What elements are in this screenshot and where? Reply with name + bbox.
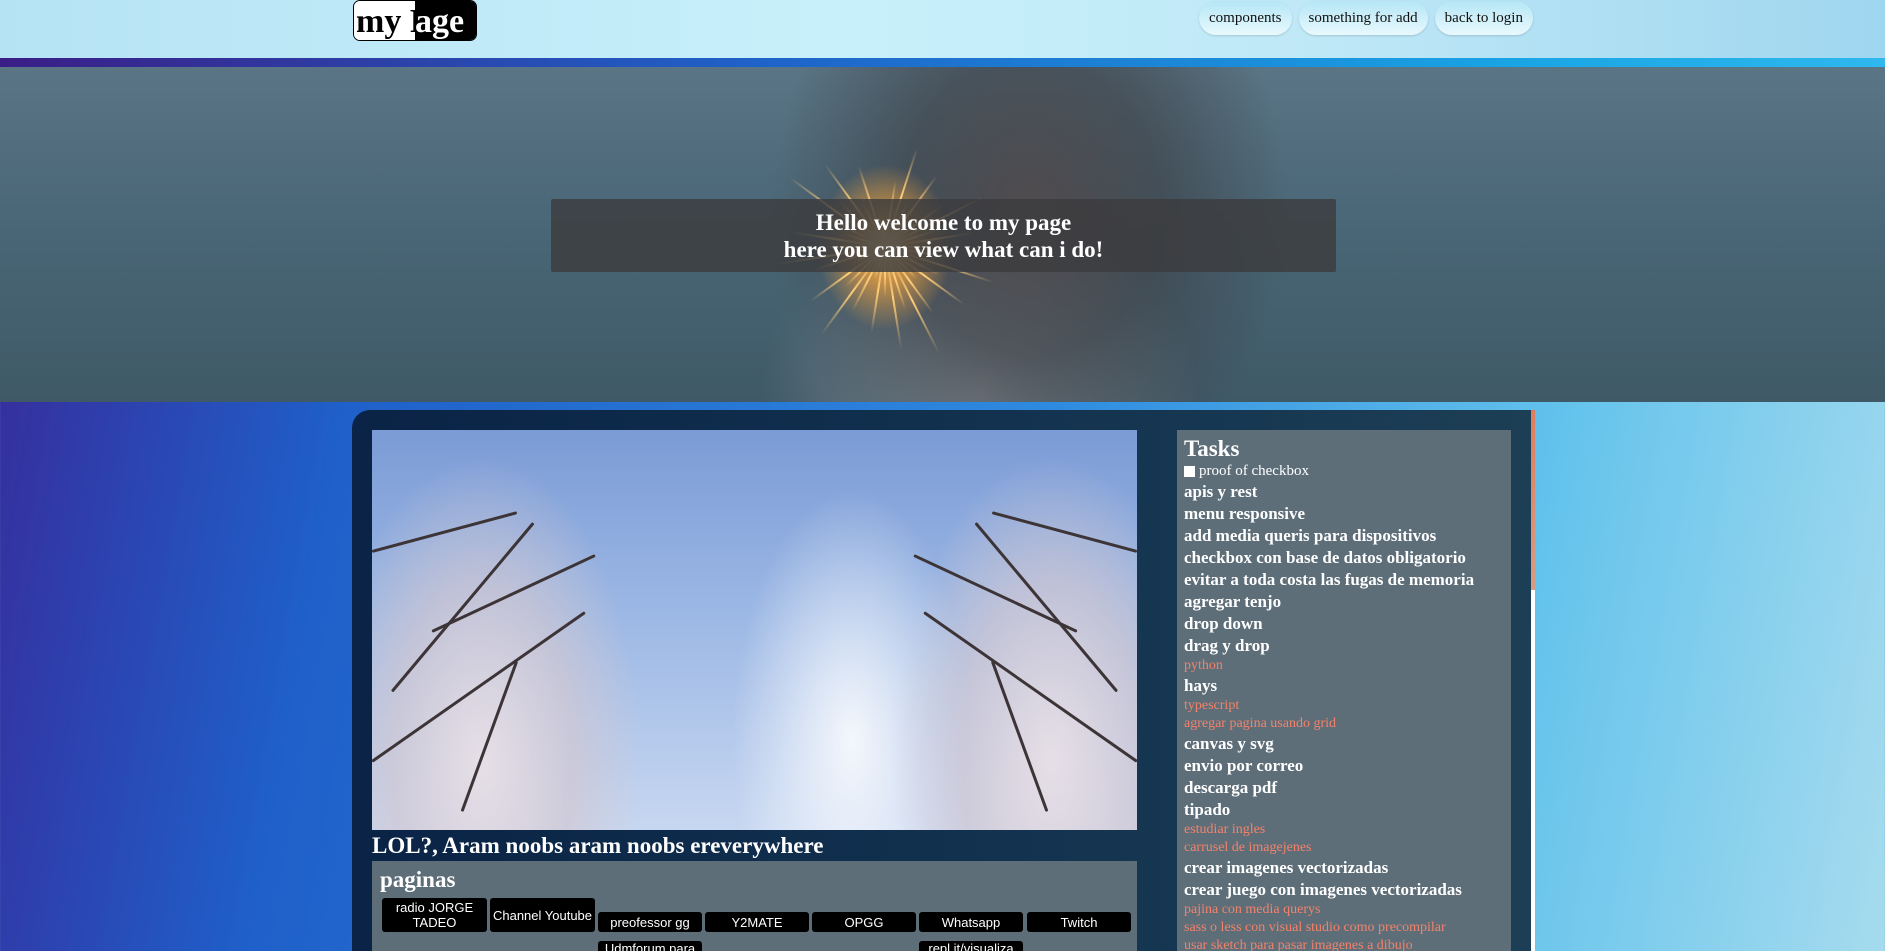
tree-branch — [372, 611, 586, 763]
pages-title: paginas — [380, 867, 456, 892]
task-item: typescript — [1184, 698, 1240, 713]
task-list: apis y rest menu responsive add media quer… — [1184, 481, 1511, 951]
checkbox-label: proof of checkbox — [1199, 463, 1309, 479]
task-item: canvas y svg — [1184, 734, 1274, 753]
task-item: pajina con media querys — [1184, 902, 1321, 917]
task-item: add media queris para dispositivos — [1184, 526, 1437, 545]
task-item: agregar tenjo — [1184, 592, 1282, 611]
task-item: python — [1184, 658, 1223, 673]
logo-text-dark: age — [415, 1, 476, 40]
task-item: carrusel de imagejenes — [1184, 840, 1312, 855]
task-item: checkbox con base de datos obligatorio — [1184, 548, 1466, 567]
task-item: envio por correo — [1184, 756, 1304, 775]
task-item: usar sketch para pasar imagenes a dibujo — [1184, 938, 1413, 951]
tasks-title: Tasks — [1184, 436, 1240, 461]
task-item: drop down — [1184, 614, 1263, 633]
task-item: hays — [1184, 676, 1218, 695]
link-opgg[interactable]: OPGG — [812, 912, 916, 932]
link-whatsapp[interactable]: Whatsapp — [919, 912, 1023, 932]
link-udmforum[interactable]: Udmforum para — [598, 941, 702, 951]
nav-back-to-login-button[interactable]: back to login — [1434, 1, 1533, 35]
task-item: tipado — [1184, 800, 1231, 819]
nav-something-for-add-button[interactable]: something for add — [1298, 1, 1428, 35]
cherry-blossom-photo — [372, 430, 1137, 830]
top-header: my P age components something for add ba… — [0, 0, 1885, 58]
header-accent-bar — [0, 58, 1885, 67]
card-edge-accent — [1531, 410, 1535, 590]
pages-panel: paginas radio JORGE TADEO Channel Youtub… — [372, 861, 1137, 951]
hero-subtitle: here you can view what can i do! — [783, 237, 1104, 262]
photo-caption: LOL?, Aram noobs aram noobs ereverywhere — [372, 833, 824, 858]
task-item: evitar a toda costa las fugas de memoria — [1184, 570, 1475, 589]
link-professor-gg[interactable]: preofessor gg — [598, 912, 702, 932]
task-item: drag y drop — [1184, 636, 1270, 655]
hero-welcome-box: Hello welcome to my page here you can vi… — [551, 199, 1336, 272]
link-twitch[interactable]: Twitch — [1027, 912, 1131, 932]
card-edge-white — [1531, 590, 1535, 951]
task-item: crear imagenes vectorizadas — [1184, 858, 1389, 877]
task-item: crear juego con imagenes vectorizadas — [1184, 880, 1462, 899]
tree-branch — [460, 660, 519, 813]
link-y2mate[interactable]: Y2MATE — [705, 912, 809, 932]
tree-branch — [990, 660, 1049, 813]
task-item: sass o less con visual studio como preco… — [1184, 920, 1446, 935]
link-radio-jorge-tadeo[interactable]: radio JORGE TADEO — [382, 898, 487, 932]
hero-banner: Hello welcome to my page here you can vi… — [0, 67, 1885, 402]
checkbox-input[interactable] — [1184, 466, 1195, 477]
link-channel-youtube[interactable]: Channel Youtube — [490, 898, 595, 932]
task-item: descarga pdf — [1184, 778, 1278, 797]
task-item: agregar pagina usando grid — [1184, 716, 1336, 731]
logo-text-light: my P — [354, 1, 431, 40]
proof-checkbox-row[interactable]: proof of checkbox — [1184, 462, 1511, 481]
link-replit[interactable]: repl.it/visualiza — [919, 941, 1023, 951]
nav-components-button[interactable]: components — [1199, 1, 1292, 35]
tree-branch — [923, 611, 1137, 763]
tasks-panel: Tasks proof of checkbox apis y rest menu … — [1177, 430, 1511, 951]
hero-title: Hello welcome to my page — [815, 210, 1072, 235]
task-item: apis y rest — [1184, 482, 1258, 501]
task-item: estudiar ingles — [1184, 822, 1266, 837]
site-logo[interactable]: my P age — [353, 0, 477, 41]
task-item: menu responsive — [1184, 504, 1306, 523]
tree-branch — [991, 511, 1137, 553]
tree-branch — [372, 511, 518, 553]
main-nav: components something for add back to log… — [1199, 1, 1533, 35]
